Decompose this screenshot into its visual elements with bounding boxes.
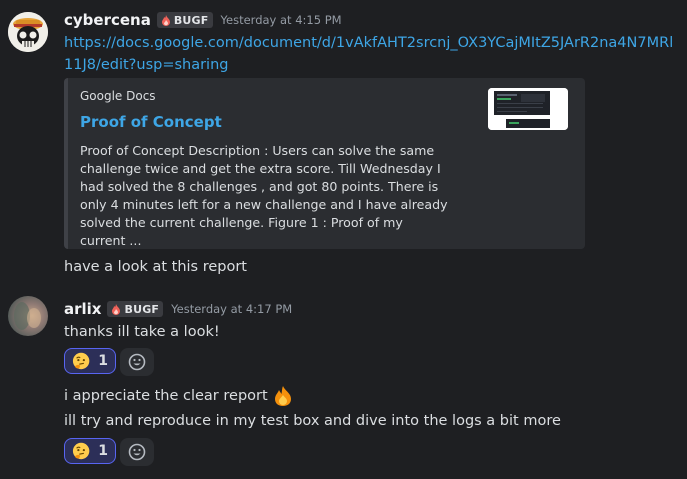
message-text: thanks ill take a look! xyxy=(64,324,220,340)
message-text-line: i appreciate the clear report xyxy=(64,385,294,407)
document-preview-icon xyxy=(488,88,568,130)
embed-thumbnail[interactable] xyxy=(488,88,568,130)
fire-tag-icon xyxy=(161,14,170,26)
skull-avatar-icon xyxy=(8,12,48,52)
google-docs-link[interactable]: https://docs.google.com/document/d/1vAkf… xyxy=(64,35,673,73)
blurred-avatar-icon xyxy=(8,296,48,336)
message-header: arlix BUGF Yesterday at 4:17 PM xyxy=(64,300,292,318)
embed-title[interactable]: Proof of Concept xyxy=(80,113,222,131)
embed-description: Proof of Concept Description : Users can… xyxy=(80,143,448,248)
link-embed: Google Docs Proof of Concept Proof of Co… xyxy=(64,78,585,249)
guild-tag[interactable]: BUGF xyxy=(107,301,164,317)
embed-provider[interactable]: Google Docs xyxy=(80,89,156,103)
guild-tag-label: BUGF xyxy=(124,302,160,316)
timestamp[interactable]: Yesterday at 4:15 PM xyxy=(221,13,342,27)
message-text: ill try and reproduce in my test box and… xyxy=(64,413,561,429)
user-avatar-arlix[interactable] xyxy=(8,296,48,336)
fire-emoji-icon xyxy=(274,386,291,406)
message-text: have a look at this report xyxy=(64,259,247,275)
reaction-count: 1 xyxy=(98,353,108,369)
embed-accent-bar xyxy=(64,78,68,249)
message-text: i appreciate the clear report xyxy=(64,388,268,404)
reaction-count: 1 xyxy=(98,443,108,459)
guild-tag-label: BUGF xyxy=(173,13,209,27)
add-reaction-button[interactable] xyxy=(120,348,154,376)
thinking-face-icon xyxy=(72,442,90,460)
thinking-face-icon xyxy=(72,352,90,370)
user-avatar-cybercena[interactable] xyxy=(8,12,48,52)
username[interactable]: cybercena xyxy=(64,11,151,29)
timestamp[interactable]: Yesterday at 4:17 PM xyxy=(171,302,292,316)
add-reaction-icon xyxy=(128,353,146,371)
fire-tag-icon xyxy=(112,303,121,315)
guild-tag[interactable]: BUGF xyxy=(156,12,213,28)
add-reaction-button[interactable] xyxy=(120,438,154,466)
username[interactable]: arlix xyxy=(64,300,101,318)
reaction-bar: 1 xyxy=(64,348,154,376)
reaction-thinking[interactable]: 1 xyxy=(64,438,116,464)
add-reaction-icon xyxy=(128,443,146,461)
reaction-thinking[interactable]: 1 xyxy=(64,348,116,374)
message-header: cybercena BUGF Yesterday at 4:15 PM xyxy=(64,11,342,29)
message-link-line: https://docs.google.com/document/d/1vAkf… xyxy=(64,32,679,76)
reaction-bar: 1 xyxy=(64,438,154,466)
